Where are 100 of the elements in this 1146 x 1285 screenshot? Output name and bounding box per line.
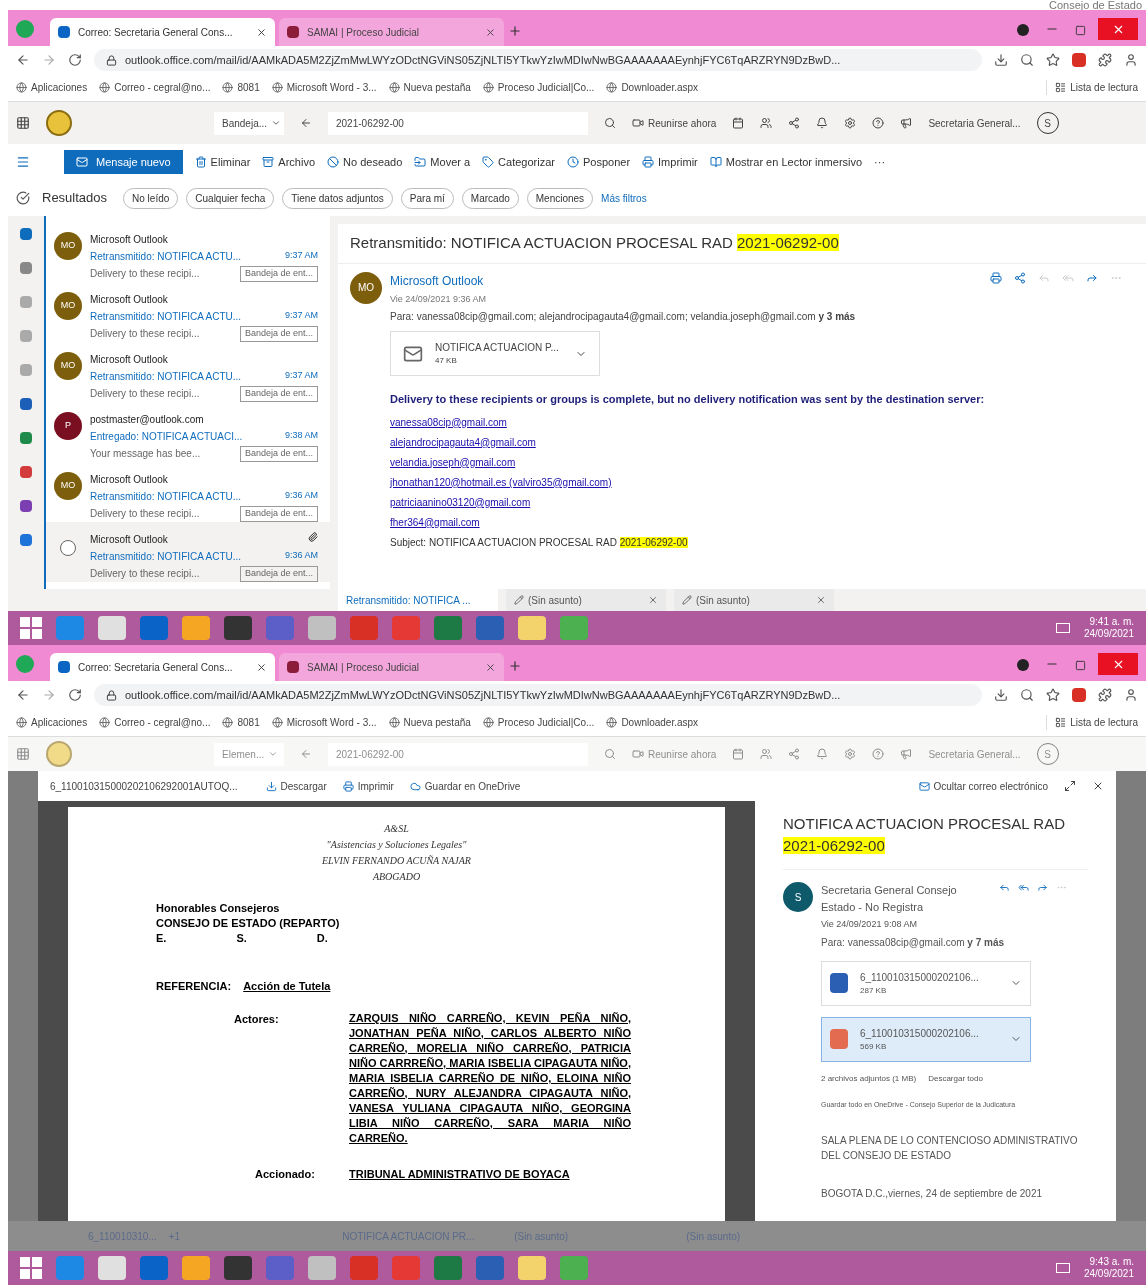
profile-icon[interactable]	[1124, 688, 1138, 702]
maximize-icon[interactable]	[1075, 660, 1086, 671]
bookmark-link[interactable]: Aplicaciones	[16, 80, 88, 95]
globe-icon[interactable]	[606, 82, 618, 93]
maximize-icon[interactable]	[1075, 25, 1086, 36]
cloud-icon[interactable]	[409, 780, 421, 792]
bookmark-link[interactable]: Microsoft Word - 3...	[271, 80, 377, 95]
globe-icon[interactable]	[482, 82, 494, 93]
help-icon[interactable]	[872, 117, 885, 129]
settings-icon[interactable]	[844, 117, 857, 129]
viewer-action-button[interactable]: Imprimir	[342, 778, 394, 794]
close-icon[interactable]	[1092, 780, 1104, 792]
bookmark-link[interactable]: Aplicaciones	[16, 715, 88, 730]
share-icon[interactable]	[1014, 271, 1026, 284]
book-icon[interactable]	[709, 156, 722, 168]
app-rail-icon[interactable]	[20, 534, 32, 546]
sender-name[interactable]: Secretaria General Consejo Estado - No Registra	[821, 882, 991, 915]
app-rail-icon[interactable]	[20, 262, 32, 274]
expand-icon[interactable]	[1064, 780, 1076, 792]
pencil-icon[interactable]	[514, 595, 524, 605]
lock-icon[interactable]	[106, 689, 117, 701]
download-all-link[interactable]: Descargar todo	[928, 1072, 983, 1085]
email-link[interactable]: velandia.joseph@gmail.com	[390, 454, 516, 470]
search-icon[interactable]	[604, 117, 616, 129]
attachment-icon[interactable]	[308, 532, 318, 542]
toolbar-button[interactable]: Mostrar en Lector inmersivo	[709, 153, 863, 171]
toolbar-button[interactable]: Eliminar	[194, 153, 251, 171]
attachment-card[interactable]: 6_110010315000202106... 287 KB	[821, 960, 1031, 1006]
message-item[interactable]: Microsoft Outlook Retransmitido: NOTIFICA ACTU... 9:36 AM Delivery to these recipi... Bandeja de ent...	[46, 522, 330, 582]
install-icon[interactable]	[994, 688, 1008, 702]
email-link[interactable]: patriciaanino03120@gmail.com	[390, 494, 531, 510]
folder-icon[interactable]	[414, 156, 427, 168]
bookmark-link[interactable]: Microsoft Word - 3...	[271, 715, 377, 730]
share-icon[interactable]	[788, 117, 801, 129]
clock[interactable]: 9:43 a. m. 24/09/2021	[1083, 1255, 1134, 1281]
email-link[interactable]: fher364@gmail.com	[390, 514, 480, 530]
system-tray-icon[interactable]	[1055, 1263, 1070, 1273]
bookmark-link[interactable]: 8081	[222, 715, 260, 730]
globe-icon[interactable]	[388, 82, 400, 93]
print-icon[interactable]	[342, 780, 354, 792]
back-icon[interactable]	[16, 53, 30, 67]
select-checkbox[interactable]	[60, 540, 76, 556]
help-icon[interactable]	[872, 748, 885, 760]
bookmark-star-icon[interactable]	[1046, 688, 1060, 702]
globe-icon[interactable]	[16, 82, 27, 93]
block-icon[interactable]	[327, 156, 340, 168]
select-all-icon[interactable]	[16, 191, 30, 205]
bookmark-link[interactable]: Proceso Judicial|Co...	[482, 80, 595, 95]
install-icon[interactable]	[994, 53, 1008, 67]
toolbar-button[interactable]: Archivo	[262, 153, 316, 171]
address-bar[interactable]: outlook.office.com/mail/id/AAMkADA5M2ZjZmMwLWYzODctNGViNS05ZjNLTI5YTkwYzIwMDIwNwBGAAAAAAAEynhjFYC6TqARZRYN9DzBwD...	[94, 684, 982, 706]
close-icon[interactable]	[485, 661, 496, 673]
search-icon[interactable]	[604, 748, 616, 760]
bookmark-link[interactable]: 8081	[222, 80, 260, 95]
app-rail-icon[interactable]	[20, 398, 32, 410]
globe-icon[interactable]	[388, 717, 400, 728]
settings-icon[interactable]	[844, 748, 857, 760]
globe-icon[interactable]	[482, 717, 494, 728]
account-name[interactable]: Secretaria General...	[928, 115, 1021, 131]
video-icon[interactable]	[632, 117, 644, 129]
bookmark-link[interactable]: Downloader.aspx	[606, 80, 699, 95]
profile-icon[interactable]	[1124, 53, 1138, 67]
windows-start-icon[interactable]	[20, 617, 42, 639]
search-field[interactable]: 2021-06292-00	[328, 111, 588, 135]
calendar-icon[interactable]	[732, 117, 745, 129]
close-icon[interactable]	[485, 26, 496, 38]
forward-icon[interactable]	[42, 688, 56, 702]
viewer-action-button[interactable]: Guardar en OneDrive	[409, 778, 521, 794]
app-rail-icon[interactable]	[20, 432, 32, 444]
toolbar-button[interactable]: Mover a	[414, 153, 471, 171]
toolbar-button[interactable]: Categorizar	[482, 153, 555, 171]
search-field[interactable]: 2021-06292-00	[328, 742, 588, 766]
browser-tab[interactable]: SAMAI | Proceso Judicial	[279, 653, 504, 681]
zoom-icon[interactable]	[1020, 688, 1034, 702]
message-tab[interactable]: (Sin asunto)	[674, 589, 834, 611]
windows-start-icon[interactable]	[20, 1257, 42, 1279]
message-tab[interactable]: Retransmitido: NOTIFICA ...	[338, 589, 498, 611]
reading-list-button[interactable]: Lista de lectura	[1046, 80, 1138, 95]
toolbar-button[interactable]: No deseado	[327, 153, 403, 171]
download-icon[interactable]	[265, 780, 277, 792]
globe-icon[interactable]	[222, 82, 234, 93]
trash-icon[interactable]	[194, 156, 207, 168]
close-icon[interactable]	[256, 26, 267, 38]
bookmark-link[interactable]: Proceso Judicial|Co...	[482, 715, 595, 730]
message-tab[interactable]: (Sin asunto)	[506, 589, 666, 611]
browser-tab[interactable]: SAMAI | Proceso Judicial	[279, 18, 504, 46]
clock[interactable]: 9:41 a. m. 24/09/2021	[1083, 615, 1134, 641]
back-icon[interactable]	[300, 117, 312, 129]
close-icon[interactable]	[256, 661, 267, 673]
envelope-icon[interactable]	[918, 780, 930, 792]
globe-icon[interactable]	[271, 717, 283, 728]
extensions-icon[interactable]	[1098, 688, 1112, 702]
attachment-card[interactable]: NOTIFICA ACTUACION P... 47 KB	[390, 331, 600, 376]
bookmark-link[interactable]: Correo - cegral@no...	[99, 80, 211, 95]
viewer-action-button[interactable]: Descargar	[265, 778, 327, 794]
bookmark-link[interactable]: Nueva pestaña	[388, 80, 471, 95]
forward-icon[interactable]	[42, 53, 56, 67]
system-tray-icon[interactable]	[1055, 623, 1070, 633]
globe-icon[interactable]	[99, 82, 111, 93]
print-icon[interactable]	[990, 271, 1002, 284]
